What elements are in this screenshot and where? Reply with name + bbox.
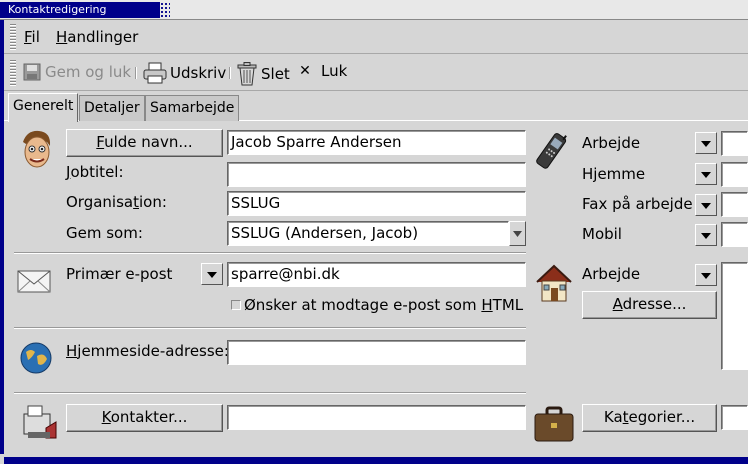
toolbar: Gem og luk Udskriv Slet ✕ Luk [4, 55, 748, 91]
contacts-mnemonic: K [101, 408, 111, 426]
primary-email-field[interactable]: sparre@nbi.dk [227, 262, 526, 287]
html-mail-label: Ønsker at modtage e-post som HTML [244, 296, 524, 314]
title-bar[interactable]: Kontaktredigering [0, 0, 748, 20]
delete-button[interactable]: Slet [236, 62, 290, 86]
tab-details[interactable]: Detaljer [79, 95, 145, 121]
homepage-label: Hjemmeside-adresse: [66, 342, 229, 360]
close-button[interactable]: ✕ Luk [298, 62, 347, 80]
address-button[interactable]: Adresse... [582, 291, 717, 319]
full-name-button[interactable]: Fulde navn... [66, 129, 223, 157]
phone-work-field[interactable] [721, 131, 748, 156]
phone-work-label: Arbejde [582, 134, 641, 152]
contacts-button-label: ontakter... [110, 408, 188, 426]
save-close-button[interactable]: Gem og luk [22, 62, 131, 82]
cellphone-icon [536, 133, 567, 169]
menu-bar: Fil Handlinger [4, 20, 748, 54]
print-label: Udskriv [170, 64, 227, 82]
file-as-label: Gem som: [66, 224, 143, 242]
window-bottom-fill [4, 457, 748, 464]
save-close-label: Gem og luk [45, 63, 132, 81]
html-mail-mnemonic: H [481, 296, 493, 314]
menu-actions-mnemonic: H [56, 28, 68, 46]
job-title-label: Jobtitel: [66, 163, 124, 181]
full-name-field[interactable]: Jacob Sparre Andersen [227, 130, 526, 155]
save-icon [23, 63, 41, 81]
homepage-field[interactable] [227, 340, 526, 365]
file-as-field[interactable]: SSLUG (Andersen, Jacob) [227, 221, 509, 246]
menu-actions-rest: andlinger [67, 28, 139, 46]
job-title-field[interactable] [227, 162, 526, 187]
house-icon [536, 264, 572, 302]
contacts-button[interactable]: Kontakter... [66, 404, 223, 432]
phone-work-type-dropdown[interactable] [695, 132, 717, 154]
phone-home-label: Hjemme [582, 165, 646, 183]
categories-mnemonic: t [622, 408, 629, 426]
address-mnemonic: A [612, 295, 623, 313]
address-textarea[interactable] [721, 262, 748, 370]
primary-email-label: Primær e-post [66, 265, 173, 283]
chevron-down-icon [513, 231, 522, 237]
menu-file-rest: il [31, 28, 40, 46]
categories-field[interactable] [721, 405, 748, 430]
phone-mobile-label: Mobil [582, 225, 622, 243]
window-title: Kontaktredigering [8, 3, 107, 16]
briefcase-icon [534, 406, 574, 442]
menu-actions[interactable]: Handlinger [56, 28, 138, 46]
title-bar-dither [132, 2, 170, 18]
envelope-icon [17, 270, 51, 293]
window-bottom-edge [0, 454, 748, 464]
organization-field[interactable]: SSLUG [227, 191, 526, 216]
job-title-label-rest: obtitel: [70, 163, 124, 181]
close-x-icon: ✕ [299, 63, 311, 79]
html-mail-checkbox[interactable] [231, 300, 241, 310]
tab-collaboration[interactable]: Samarbejde [145, 95, 240, 121]
phone-fax-type-dropdown[interactable] [695, 194, 717, 216]
delete-label: Slet [261, 65, 290, 83]
email-type-dropdown[interactable] [201, 263, 223, 285]
full-name-mnemonic: F [96, 133, 105, 151]
address-button-label: dresse... [622, 295, 687, 313]
close-label: Luk [321, 62, 348, 80]
section-divider [14, 252, 526, 254]
print-button[interactable]: Udskriv [143, 62, 226, 84]
tab-bar: Generelt Detaljer Samarbejde [4, 93, 748, 122]
phone-fax-field[interactable] [721, 192, 748, 217]
phone-mobile-field[interactable] [721, 222, 748, 247]
menu-file-mnemonic: F [24, 28, 32, 46]
phone-home-field[interactable] [721, 162, 748, 187]
menu-file[interactable]: Fil [24, 28, 40, 46]
contacts-icon [23, 405, 57, 439]
toolbar-separator [229, 67, 231, 79]
printer-icon [143, 62, 167, 84]
toolbar-separator [135, 67, 137, 79]
phone-home-type-dropdown[interactable] [695, 163, 717, 185]
organization-mnemonic: t [133, 193, 139, 211]
contacts-field[interactable] [227, 405, 526, 430]
address-type-label: Arbejde [582, 265, 641, 283]
phone-fax-label: Fax på arbejde [582, 195, 693, 213]
organization-label: Organisation: [66, 193, 167, 211]
tab-general[interactable]: Generelt [8, 93, 79, 122]
categories-button[interactable]: Kategorier... [582, 404, 717, 432]
section-divider [14, 392, 526, 394]
toolbar-grip[interactable] [10, 60, 16, 86]
menubar-grip[interactable] [10, 24, 16, 50]
globe-icon [20, 342, 52, 374]
address-type-dropdown[interactable] [695, 264, 717, 286]
trash-icon [237, 62, 257, 86]
full-name-button-label: ulde navn... [104, 133, 193, 151]
person-face-icon [23, 130, 51, 168]
phone-mobile-type-dropdown[interactable] [695, 224, 717, 246]
file-as-dropdown-button[interactable] [509, 221, 526, 246]
section-divider [14, 327, 526, 329]
homepage-mnemonic: H [66, 342, 78, 360]
